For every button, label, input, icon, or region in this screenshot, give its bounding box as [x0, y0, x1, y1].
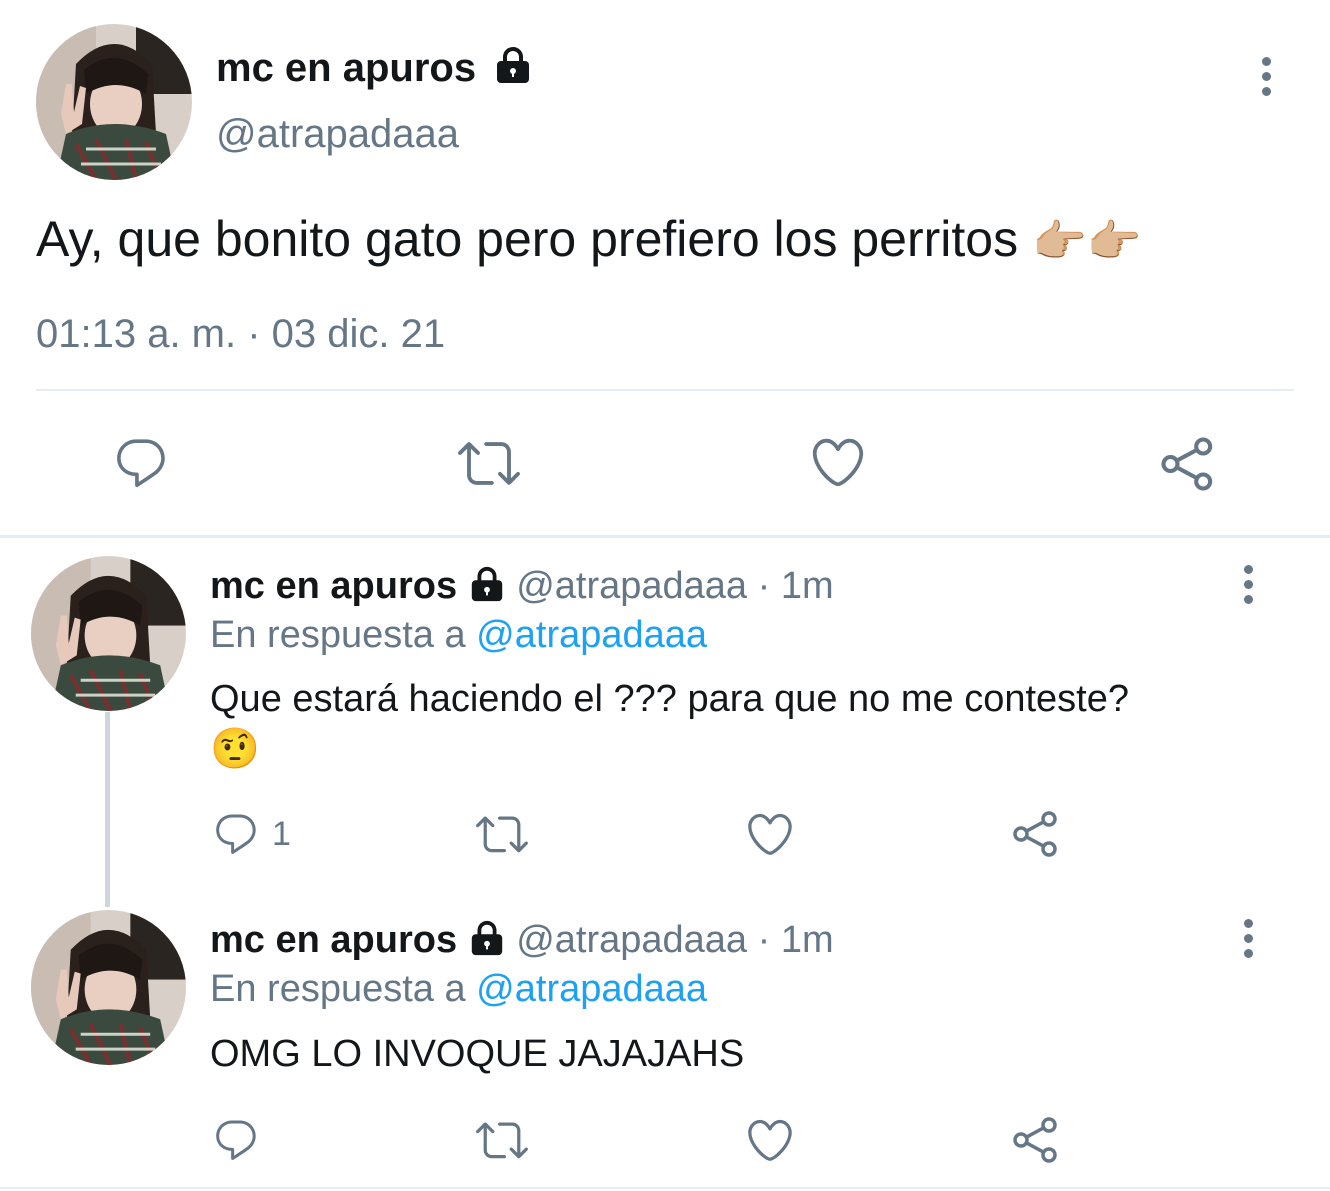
avatar[interactable] — [31, 910, 186, 1065]
replying-to-row: En respuesta a @atrapadaaa — [210, 966, 707, 1012]
lock-icon — [468, 919, 506, 957]
thread-line — [105, 712, 110, 907]
reply-count: 1 — [272, 814, 291, 853]
share-button[interactable] — [1160, 436, 1216, 492]
replying-to-label: En respuesta a — [210, 614, 466, 656]
replying-to-label: En respuesta a — [210, 968, 466, 1010]
tweet-timestamp[interactable]: 01:13 a. m. · 03 dic. 21 — [36, 310, 445, 358]
retweet-button[interactable] — [474, 1114, 530, 1166]
heart-icon — [744, 1114, 796, 1166]
pointing-hands-emoji: 👉🏼👉🏼 — [1032, 217, 1142, 266]
heart-icon — [808, 432, 868, 492]
time-separator: · — [757, 919, 771, 961]
heart-icon — [744, 808, 796, 860]
replying-to-link[interactable]: @atrapadaaa — [476, 614, 707, 656]
author-handle[interactable]: @atrapadaaa — [516, 919, 747, 961]
author-handle[interactable]: @atrapadaaa — [516, 565, 747, 607]
like-button[interactable] — [744, 1114, 796, 1166]
author-name[interactable]: mc en apuros — [210, 919, 457, 961]
retweet-icon — [456, 432, 522, 494]
retweet-icon — [474, 808, 530, 860]
reply-icon — [212, 810, 260, 858]
reply-button[interactable] — [112, 434, 170, 492]
retweet-button[interactable] — [474, 808, 530, 860]
share-button[interactable] — [1012, 810, 1060, 858]
lock-icon — [468, 565, 506, 603]
avatar[interactable] — [36, 24, 192, 180]
avatar[interactable] — [31, 556, 186, 711]
replying-to-row: En respuesta a @atrapadaaa — [210, 612, 707, 658]
retweet-icon — [474, 1114, 530, 1166]
author-handle[interactable]: @atrapadaaa — [216, 110, 459, 158]
share-button[interactable] — [1012, 1116, 1060, 1164]
more-options-icon[interactable] — [1238, 919, 1258, 958]
replying-to-link[interactable]: @atrapadaaa — [476, 968, 707, 1010]
reply-icon — [112, 434, 170, 492]
reply-icon — [212, 1116, 260, 1164]
reply-header: mc en apuros @atrapadaaa · 1m — [210, 917, 834, 963]
like-button[interactable] — [808, 432, 868, 492]
reply-button[interactable]: 1 — [212, 810, 291, 858]
reply-text: OMG LO INVOQUE JAJAJAHS — [210, 1033, 745, 1075]
retweet-button[interactable] — [456, 432, 522, 494]
lock-icon — [493, 45, 533, 85]
divider — [36, 389, 1294, 391]
share-icon — [1012, 810, 1060, 858]
like-button[interactable] — [744, 808, 796, 860]
bottom-divider — [0, 1187, 1330, 1189]
author-name-row: mc en apuros — [216, 44, 533, 92]
more-options-icon[interactable] — [1238, 565, 1258, 604]
author-name[interactable]: mc en apuros — [216, 46, 476, 90]
author-name[interactable]: mc en apuros — [210, 565, 457, 607]
raised-eyebrow-emoji: 🤨 — [210, 727, 260, 771]
tweet-text: Ay, que bonito gato pero prefiero los pe… — [36, 211, 1019, 267]
reply-time[interactable]: 1m — [781, 565, 834, 607]
share-icon — [1012, 1116, 1060, 1164]
time-separator: · — [757, 565, 771, 607]
share-icon — [1160, 436, 1216, 492]
reply-time[interactable]: 1m — [781, 919, 834, 961]
tweet-text-row: Ay, que bonito gato pero prefiero los pe… — [36, 208, 1142, 273]
reply-header: mc en apuros @atrapadaaa · 1m — [210, 563, 834, 609]
reply-button[interactable] — [212, 1116, 260, 1164]
section-divider — [0, 535, 1330, 538]
more-options-icon[interactable] — [1256, 57, 1276, 96]
reply-text: Que estará haciendo el ??? para que no m… — [210, 678, 1129, 720]
